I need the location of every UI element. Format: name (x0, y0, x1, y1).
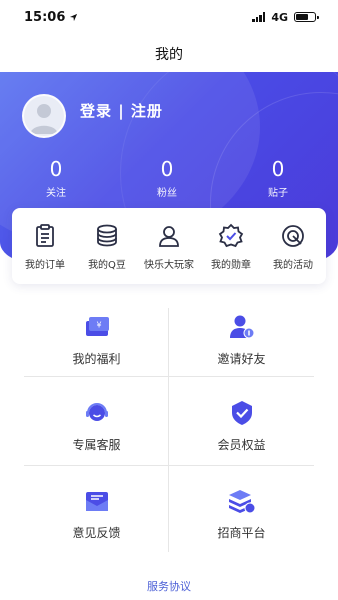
quick-item-label: 快乐大玩家 (144, 259, 194, 271)
signal-icon (252, 12, 266, 22)
quick-item-medals[interactable]: 我的勋章 (201, 222, 261, 271)
status-bar: 15:06 4G (0, 0, 338, 34)
badge-check-icon (218, 223, 244, 247)
quick-item-label: 我的Q豆 (88, 259, 126, 271)
stat-posts[interactable]: 0 贴子 (248, 158, 308, 199)
network-type: 4G (271, 10, 288, 24)
service-invite[interactable]: 邀请好友 (169, 298, 314, 380)
stat-label: 粉丝 (157, 188, 177, 199)
service-label: 意见反馈 (72, 525, 121, 540)
service-welfare[interactable]: ¥ 我的福利 (24, 298, 169, 380)
page-title: 我的 (155, 47, 183, 63)
clipboard-icon (36, 223, 54, 247)
login-register-link[interactable]: 登录 | 注册 (80, 100, 163, 121)
svg-text:¥: ¥ (96, 320, 101, 329)
member-shield-icon (231, 400, 252, 425)
stat-value: 0 (49, 157, 63, 181)
service-label: 邀请好友 (217, 351, 266, 366)
service-agreement-link[interactable]: 服务协议 (0, 578, 338, 594)
coin-stack-icon (97, 224, 117, 246)
quick-item-label: 我的勋章 (211, 259, 251, 271)
business-layers-icon (228, 489, 255, 513)
services-grid: ¥ 我的福利 邀请好友 专属客服 会员权益 意见反馈 招商平台 (24, 308, 314, 554)
quick-item-label: 我的活动 (273, 259, 313, 271)
quick-item-player[interactable]: 快乐大玩家 (139, 222, 199, 271)
service-customer-service[interactable]: 专属客服 (24, 384, 169, 466)
avatar[interactable] (22, 94, 66, 138)
user-icon (159, 225, 179, 247)
status-right: 4G (252, 10, 319, 24)
status-left: 15:06 (24, 10, 78, 25)
quick-item-orders[interactable]: 我的订单 (15, 222, 75, 271)
stat-fans[interactable]: 0 粉丝 (137, 158, 197, 199)
status-time: 15:06 (24, 9, 66, 25)
service-label: 专属客服 (72, 437, 121, 452)
stats-row: 0 关注 0 粉丝 0 贴子 (0, 158, 338, 199)
invite-friend-icon (229, 315, 254, 338)
customer-service-icon (85, 402, 108, 421)
service-feedback[interactable]: 意见反馈 (24, 472, 169, 554)
quick-actions-card: 我的订单 我的Q豆 快乐大玩家 我的勋章 我的活动 (12, 208, 326, 284)
welfare-ticket-icon: ¥ (85, 316, 109, 336)
target-icon (282, 224, 304, 247)
stat-value: 0 (271, 157, 285, 181)
stat-value: 0 (160, 157, 174, 181)
quick-item-activities[interactable]: 我的活动 (263, 222, 323, 271)
stat-label: 贴子 (268, 188, 288, 199)
service-member-benefits[interactable]: 会员权益 (169, 384, 314, 466)
nav-bar: 我的 (0, 34, 338, 74)
service-business-platform[interactable]: 招商平台 (169, 472, 314, 554)
stat-label: 关注 (46, 188, 66, 199)
service-label: 我的福利 (72, 351, 121, 366)
service-label: 会员权益 (217, 437, 266, 452)
location-arrow-icon (70, 13, 78, 21)
stat-following[interactable]: 0 关注 (26, 158, 86, 199)
service-label: 招商平台 (217, 525, 266, 540)
feedback-mail-icon (85, 491, 108, 511)
quick-item-label: 我的订单 (25, 259, 65, 271)
default-avatar-icon (30, 104, 58, 134)
battery-icon (294, 12, 319, 22)
quick-item-qbeans[interactable]: 我的Q豆 (77, 222, 137, 271)
